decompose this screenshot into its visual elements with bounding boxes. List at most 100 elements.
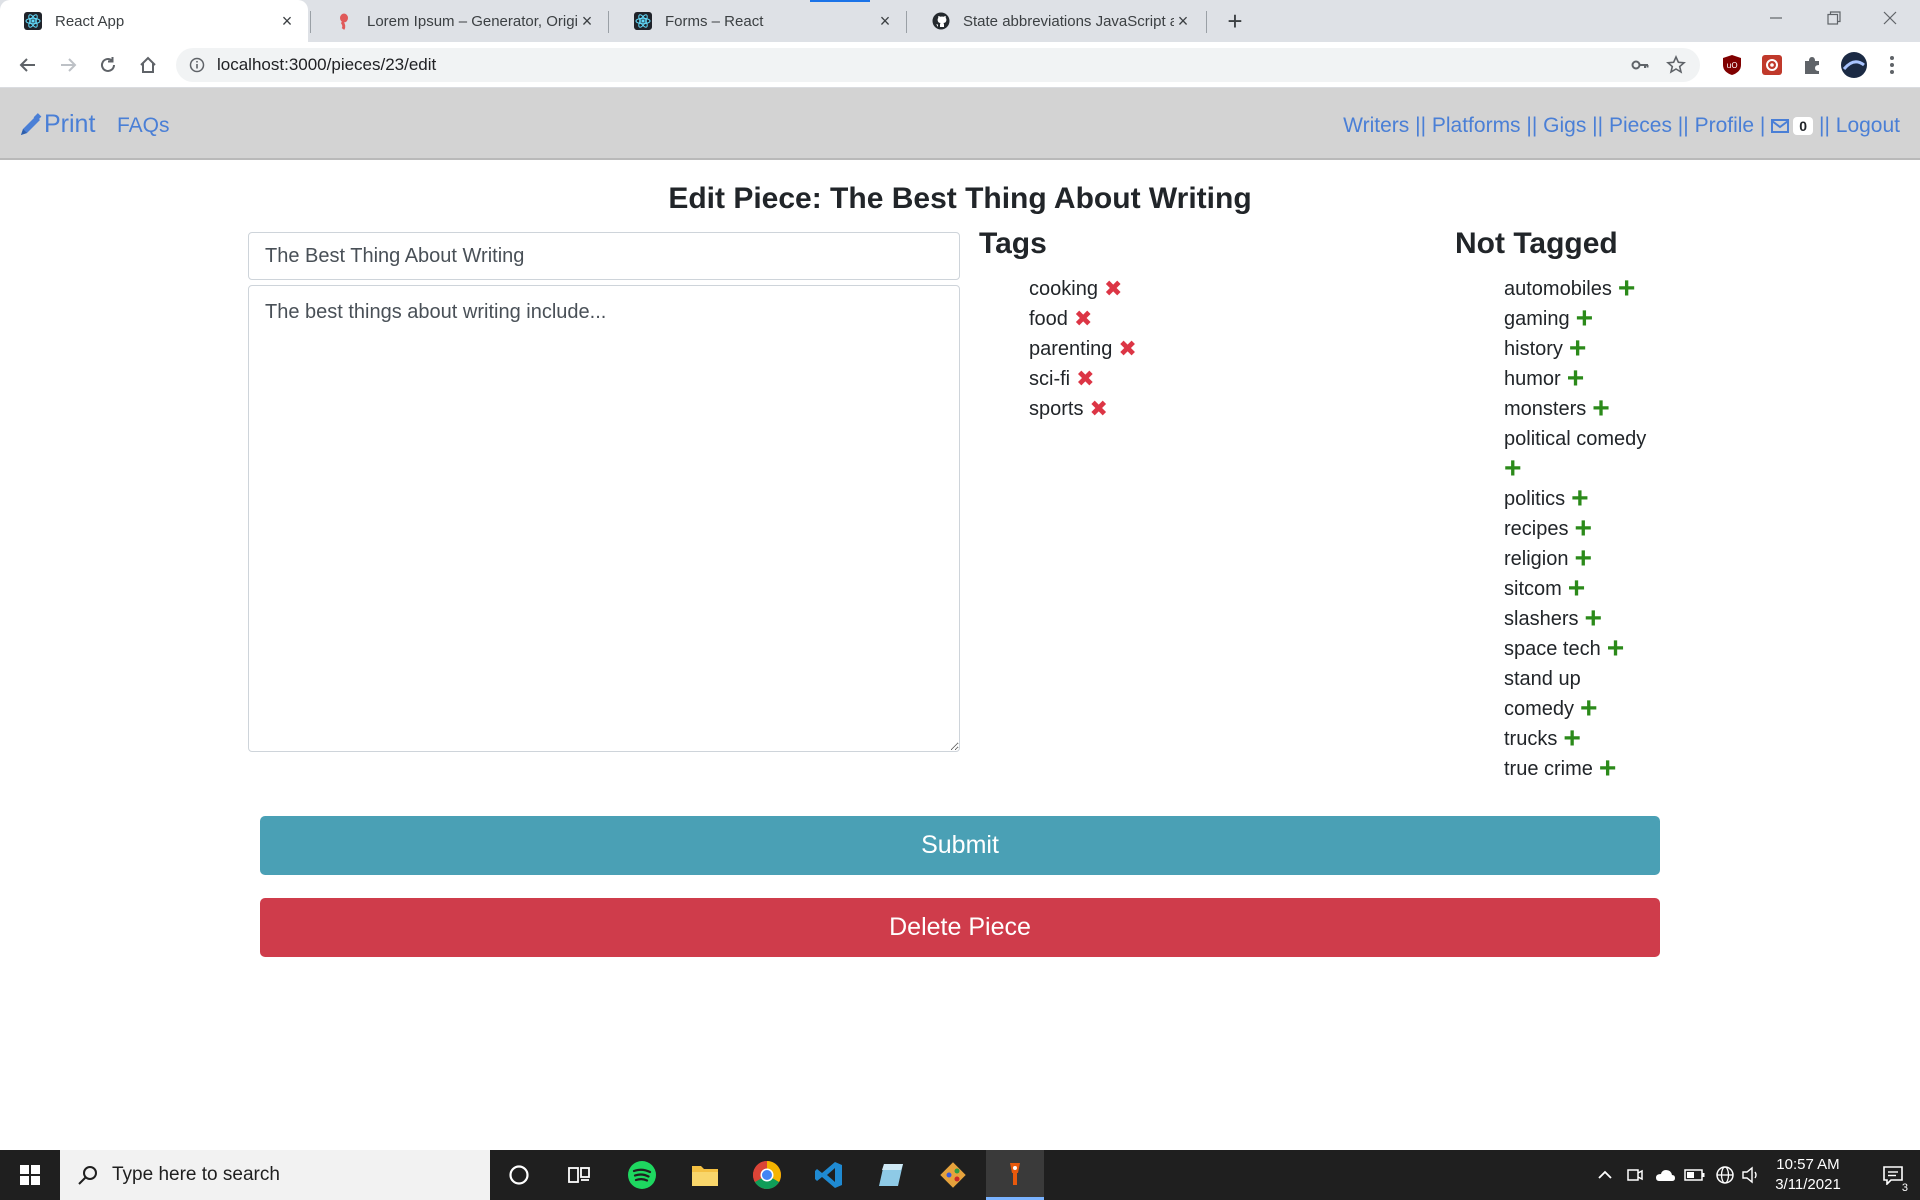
notes-app-icon[interactable] bbox=[862, 1150, 920, 1200]
gigs-link[interactable]: Gigs bbox=[1543, 114, 1586, 138]
piece-body-textarea[interactable]: The best things about writing include... bbox=[248, 285, 960, 752]
battery-icon[interactable] bbox=[1680, 1150, 1710, 1200]
add-tag-icon[interactable]: + bbox=[1592, 394, 1610, 424]
nav-separator: || bbox=[1671, 114, 1695, 137]
new-tab-button[interactable]: + bbox=[1220, 6, 1250, 36]
profile-link[interactable]: Profile bbox=[1695, 114, 1755, 138]
logout-link[interactable]: Logout bbox=[1836, 114, 1900, 138]
faqs-link[interactable]: FAQs bbox=[117, 114, 170, 138]
tab-close-icon[interactable]: × bbox=[1174, 11, 1192, 31]
reload-icon[interactable] bbox=[92, 49, 124, 81]
untagged-item: stand up comedy + bbox=[1504, 664, 1604, 724]
tab-forms-react[interactable]: Forms – React × bbox=[610, 0, 906, 42]
chrome-icon[interactable] bbox=[738, 1150, 796, 1200]
taskbar-clock[interactable]: 10:57 AM 3/11/2021 bbox=[1760, 1155, 1856, 1195]
submit-button[interactable]: Submit bbox=[260, 816, 1660, 875]
git-tool-icon[interactable] bbox=[924, 1150, 982, 1200]
untagged-item: history + bbox=[1504, 334, 1674, 364]
clock-time: 10:57 AM bbox=[1776, 1156, 1840, 1173]
untagged-item: sitcom + bbox=[1504, 574, 1674, 604]
tags-heading: Tags bbox=[979, 227, 1047, 260]
network-globe-icon[interactable] bbox=[1710, 1150, 1740, 1200]
untagged-item: slashers + bbox=[1504, 604, 1674, 634]
tag-item: food ✖ bbox=[1029, 304, 1137, 334]
pieces-link[interactable]: Pieces bbox=[1609, 114, 1672, 138]
tab-close-icon[interactable]: × bbox=[578, 11, 596, 31]
add-tag-icon[interactable]: + bbox=[1504, 454, 1522, 484]
tab-close-icon[interactable]: × bbox=[876, 11, 894, 31]
nav-separator: || bbox=[1819, 114, 1836, 137]
tags-list: cooking ✖ food ✖ parenting ✖ sci-fi ✖ sports… bbox=[1029, 274, 1137, 424]
vscode-icon[interactable] bbox=[800, 1150, 858, 1200]
taskbar-search-box[interactable]: Type here to search bbox=[60, 1150, 490, 1200]
puzzle-icon[interactable] bbox=[1800, 53, 1824, 77]
spotify-icon[interactable] bbox=[613, 1150, 671, 1200]
add-tag-icon[interactable]: + bbox=[1599, 754, 1617, 784]
tab-title: React App bbox=[55, 12, 125, 30]
add-tag-icon[interactable]: + bbox=[1571, 484, 1589, 514]
remove-tag-icon[interactable]: ✖ bbox=[1104, 274, 1122, 304]
envelope-icon[interactable] bbox=[1771, 118, 1790, 134]
window-close-icon[interactable] bbox=[1860, 0, 1920, 36]
file-explorer-icon[interactable] bbox=[676, 1150, 734, 1200]
tag-label: political comedy bbox=[1504, 428, 1647, 450]
add-tag-icon[interactable]: + bbox=[1574, 514, 1592, 544]
delete-piece-button[interactable]: Delete Piece bbox=[260, 898, 1660, 957]
tag-label: slashers bbox=[1504, 608, 1579, 630]
tab-title: State abbreviations JavaScript array bbox=[963, 12, 1174, 30]
nav-separator: || bbox=[1520, 114, 1544, 137]
tab-close-icon[interactable]: × bbox=[278, 11, 296, 31]
address-bar[interactable]: localhost:3000/pieces/23/edit bbox=[176, 48, 1700, 82]
profile-avatar[interactable] bbox=[1840, 51, 1868, 79]
untagged-item: politics + bbox=[1504, 484, 1674, 514]
tag-item: sports ✖ bbox=[1029, 394, 1137, 424]
extension-red-icon[interactable] bbox=[1760, 53, 1784, 77]
piece-title-input[interactable] bbox=[248, 232, 960, 280]
star-icon[interactable] bbox=[1664, 53, 1688, 77]
tab-react-app[interactable]: React App × bbox=[0, 0, 308, 42]
remove-tag-icon[interactable]: ✖ bbox=[1074, 304, 1092, 334]
restore-icon[interactable] bbox=[1804, 0, 1864, 36]
add-tag-icon[interactable]: + bbox=[1618, 274, 1636, 304]
back-icon[interactable] bbox=[12, 49, 44, 81]
add-tag-icon[interactable]: + bbox=[1567, 364, 1585, 394]
task-view-icon[interactable] bbox=[550, 1150, 608, 1200]
tab-indicator bbox=[810, 0, 870, 2]
add-tag-icon[interactable]: + bbox=[1569, 334, 1587, 364]
remove-tag-icon[interactable]: ✖ bbox=[1089, 394, 1107, 424]
add-tag-icon[interactable]: + bbox=[1580, 694, 1598, 724]
minimize-icon[interactable] bbox=[1746, 0, 1806, 36]
onedrive-icon[interactable] bbox=[1650, 1150, 1680, 1200]
ublock-icon[interactable]: uO bbox=[1720, 53, 1744, 77]
forward-icon[interactable] bbox=[52, 49, 84, 81]
tag-item: parenting ✖ bbox=[1029, 334, 1137, 364]
add-tag-icon[interactable]: + bbox=[1563, 724, 1581, 754]
add-tag-icon[interactable]: + bbox=[1568, 574, 1586, 604]
platforms-link[interactable]: Platforms bbox=[1432, 114, 1521, 138]
remove-tag-icon[interactable]: ✖ bbox=[1076, 364, 1094, 394]
not-tagged-list: automobiles + gaming + history + humor + mon… bbox=[1504, 274, 1674, 784]
add-tag-icon[interactable]: + bbox=[1574, 544, 1592, 574]
nav-links: Writers || Platforms || Gigs || Pieces |… bbox=[1343, 114, 1900, 138]
tab-state-abbreviations[interactable]: State abbreviations JavaScript array × bbox=[908, 0, 1204, 42]
meet-now-icon[interactable] bbox=[1620, 1150, 1650, 1200]
add-tag-icon[interactable]: + bbox=[1607, 634, 1625, 664]
key-icon[interactable] bbox=[1628, 53, 1652, 77]
brand-link[interactable]: Print bbox=[18, 110, 95, 139]
untagged-item: religion + bbox=[1504, 544, 1674, 574]
info-icon[interactable] bbox=[189, 57, 205, 73]
tray-chevron-icon[interactable] bbox=[1590, 1150, 1620, 1200]
home-icon[interactable] bbox=[132, 49, 164, 81]
tab-lorem-ipsum[interactable]: Lorem Ipsum – Generator, Origins and Mea… bbox=[312, 0, 608, 42]
postman-icon[interactable] bbox=[986, 1150, 1044, 1200]
notification-icon[interactable]: 3 bbox=[1866, 1150, 1920, 1200]
remove-tag-icon[interactable]: ✖ bbox=[1118, 334, 1136, 364]
writers-link[interactable]: Writers bbox=[1343, 114, 1409, 138]
menu-icon[interactable] bbox=[1880, 53, 1904, 77]
add-tag-icon[interactable]: + bbox=[1576, 304, 1594, 334]
cortana-icon[interactable] bbox=[490, 1150, 548, 1200]
react-icon bbox=[634, 12, 652, 30]
add-tag-icon[interactable]: + bbox=[1584, 604, 1602, 634]
tag-label: sports bbox=[1029, 398, 1084, 420]
windows-start-icon[interactable] bbox=[0, 1150, 60, 1200]
